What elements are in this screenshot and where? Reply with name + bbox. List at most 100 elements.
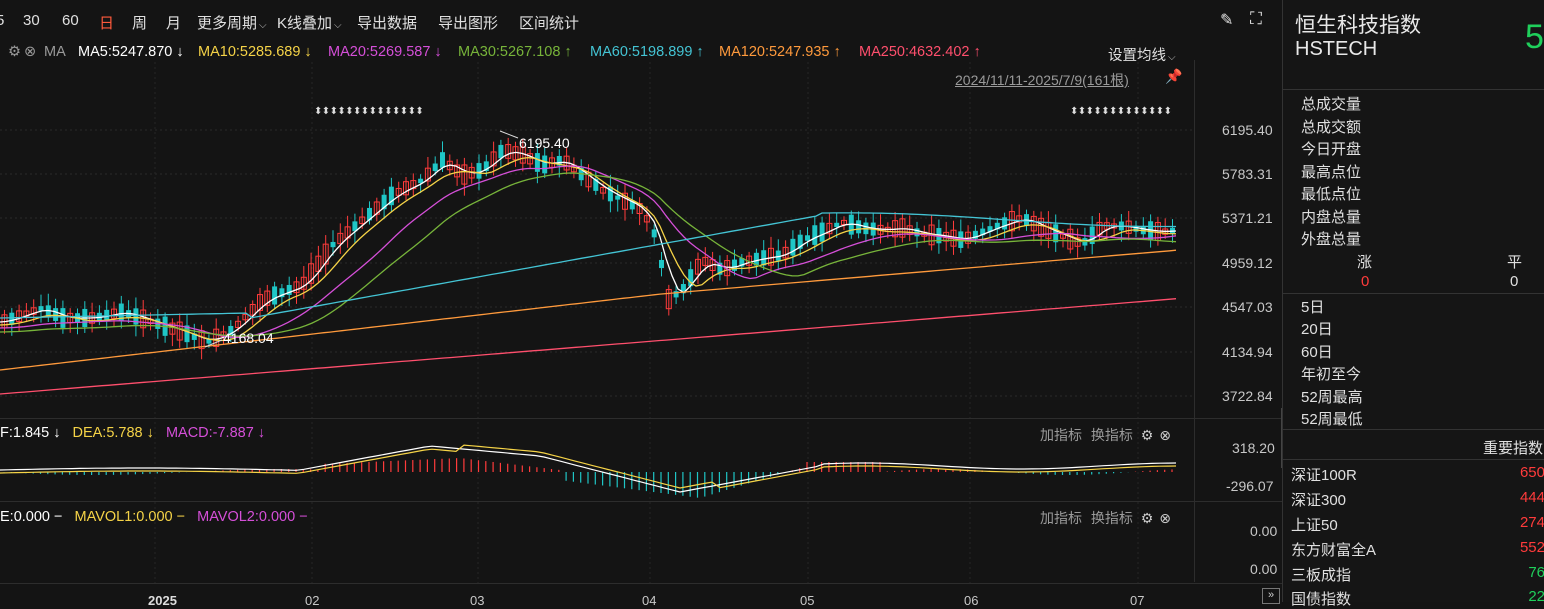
flag-marker: ⬍ <box>1164 106 1172 117</box>
flat-count: 0 <box>1510 273 1519 290</box>
candle-body <box>805 235 810 241</box>
candle-body <box>819 222 825 242</box>
candle-body <box>615 195 621 200</box>
divider <box>1283 459 1544 460</box>
ma20-line <box>0 165 1177 338</box>
macd-tools: 加指标 换指标 ⚙ ⊗ <box>1040 425 1171 445</box>
candle-body <box>834 222 840 228</box>
x-axis-label: 04 <box>642 593 657 608</box>
stat-label: 今日开盘 <box>1301 141 1362 158</box>
ma250-line <box>0 298 1177 395</box>
rise-label: 涨 <box>1357 254 1373 271</box>
x-axis-label: 03 <box>470 593 485 608</box>
divider <box>1283 293 1544 294</box>
macd-legend: F:1.845 ↓ DEA:5.788 ↓ MACD:-7.887 ↓ <box>0 425 265 441</box>
index-row[interactable]: 深证300 444 <box>1291 489 1544 510</box>
index-name: 恒生科技指数 <box>1295 14 1421 37</box>
x-axis-label: 07 <box>1130 593 1145 608</box>
x-axis-label: 02 <box>305 593 320 608</box>
high-pointer <box>499 130 519 139</box>
index-row-name: 三板成指 <box>1291 567 1352 584</box>
flat-label: 平 <box>1507 254 1523 271</box>
switch-indicator-button[interactable]: 换指标 <box>1091 427 1133 443</box>
index-row-value: 444 <box>1519 489 1544 506</box>
index-row-name: 深证100R <box>1291 467 1357 484</box>
candle-body <box>775 250 781 261</box>
index-code: HSTECH <box>1295 38 1378 60</box>
index-row[interactable]: 三板成指 76 <box>1291 564 1544 585</box>
period-label: 20日 <box>1301 321 1333 338</box>
low-annotation: 4168.04 <box>223 330 274 346</box>
candle-body <box>761 250 767 266</box>
gear-icon[interactable]: ⚙ <box>1141 510 1154 526</box>
stat-label: 总成交量 <box>1301 96 1362 113</box>
index-row-name: 深证300 <box>1291 492 1347 509</box>
macd-panel-graphics <box>0 444 1177 498</box>
candle-body <box>856 220 862 234</box>
mavol2-value: MAVOL2:0.000 − <box>197 509 308 525</box>
axis-divider <box>1194 60 1195 582</box>
macd-value: MACD:-7.887 ↓ <box>165 425 266 441</box>
stat-label: 外盘总量 <box>1301 231 1362 248</box>
index-row-name: 东方财富全A <box>1291 542 1377 559</box>
candle-body <box>812 225 818 245</box>
stat-label: 最低点位 <box>1301 186 1362 203</box>
vol-value: E:0.000 − <box>0 509 63 525</box>
candle-body <box>790 238 796 256</box>
candle-body <box>498 144 504 159</box>
index-row-value: 22 <box>1528 588 1544 605</box>
index-row[interactable]: 东方财富全A 552 <box>1291 539 1544 560</box>
candle-body <box>60 308 66 328</box>
index-row-value: 274 <box>1519 514 1544 531</box>
index-price: 5 <box>1525 18 1544 56</box>
index-row-value: 650 <box>1519 464 1544 481</box>
candle-body <box>659 259 664 269</box>
x-axis-label: 05 <box>800 593 815 608</box>
period-label: 5日 <box>1301 299 1325 316</box>
macd-dea: DEA:5.788 ↓ <box>72 425 154 441</box>
divider <box>1283 429 1544 430</box>
period-label: 52周最高 <box>1301 389 1363 406</box>
divider <box>1283 89 1544 90</box>
index-row[interactable]: 国债指数 22 <box>1291 588 1544 609</box>
index-row-name: 国债指数 <box>1291 591 1352 608</box>
vol-tools: 加指标 换指标 ⚙ ⊗ <box>1040 508 1171 528</box>
mavol1-value: MAVOL1:0.000 − <box>74 509 186 525</box>
index-row-value: 552 <box>1519 539 1544 556</box>
x-axis-label: 2025 <box>148 593 177 608</box>
ma30-line <box>0 172 1177 337</box>
panel-divider <box>0 501 1282 502</box>
index-row[interactable]: 上证50 274 <box>1291 514 1544 535</box>
candle-body <box>440 152 445 168</box>
candle-body <box>272 286 278 305</box>
section-title: 重要指数 <box>1483 440 1544 457</box>
switch-indicator-button[interactable]: 换指标 <box>1091 510 1133 526</box>
panel-divider <box>0 583 1282 584</box>
x-axis-label: 06 <box>964 593 979 608</box>
rise-count: 0 <box>1361 273 1370 290</box>
period-label: 60日 <box>1301 344 1333 361</box>
stat-label: 最高点位 <box>1301 164 1362 181</box>
candle-body <box>330 241 336 248</box>
panel-divider <box>0 418 1282 419</box>
close-icon[interactable]: ⊗ <box>1159 427 1171 443</box>
candle-body <box>542 155 548 174</box>
flag-marker: ⬍ <box>415 106 423 117</box>
gear-icon[interactable]: ⚙ <box>1141 427 1154 443</box>
index-row-name: 上证50 <box>1291 517 1338 534</box>
candle-body <box>651 229 657 238</box>
vol-legend: E:0.000 − MAVOL1:0.000 − MAVOL2:0.000 − <box>0 509 308 525</box>
period-label: 年初至今 <box>1301 366 1362 383</box>
index-row[interactable]: 深证100R 650 <box>1291 464 1544 485</box>
add-indicator-button[interactable]: 加指标 <box>1040 427 1082 443</box>
close-icon[interactable]: ⊗ <box>1159 510 1171 526</box>
candle-body <box>9 312 15 325</box>
macd-dif: F:1.845 ↓ <box>0 425 61 441</box>
candle-body <box>432 163 438 172</box>
add-indicator-button[interactable]: 加指标 <box>1040 510 1082 526</box>
stat-label: 内盘总量 <box>1301 209 1362 226</box>
quote-panel: 恒生科技指数 HSTECH 5 总成交量 总成交额 今日开盘 最高点位 最低点位… <box>1282 0 1544 608</box>
high-annotation: 6195.40 <box>519 135 570 151</box>
index-row-value: 76 <box>1528 564 1544 581</box>
macd-dif-line <box>0 445 1177 493</box>
